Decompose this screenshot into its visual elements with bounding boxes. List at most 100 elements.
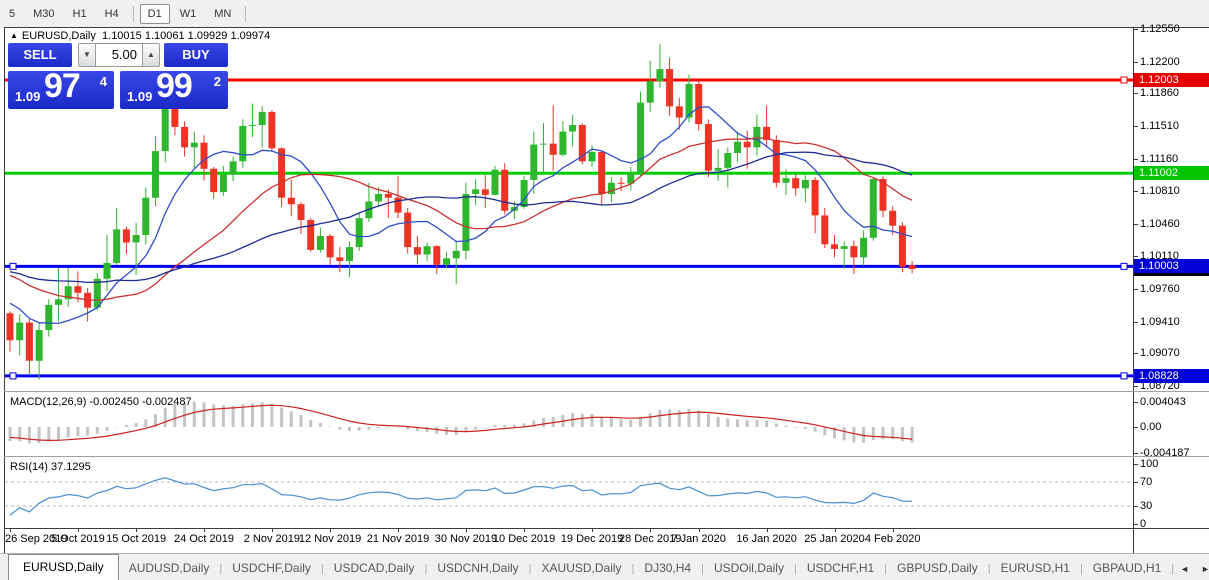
timeframe-button-H4[interactable]: H4: [97, 4, 127, 24]
sell-price-digits: 97: [44, 67, 80, 106]
hline-handle[interactable]: [1121, 77, 1127, 83]
candle-body: [191, 143, 198, 148]
timeframe-button-MN[interactable]: MN: [206, 4, 239, 24]
buy-price-digits: 99: [156, 67, 192, 106]
candle-body: [666, 69, 673, 106]
price-tick-mark: [1133, 386, 1138, 387]
candle-body: [647, 81, 654, 102]
tab-AUDUSD-Daily[interactable]: AUDUSD,Daily: [119, 557, 220, 580]
tab-USDCAD-Daily[interactable]: USDCAD,Daily: [324, 557, 425, 580]
hline-handle[interactable]: [10, 263, 16, 269]
macd-splitter[interactable]: [4, 391, 1209, 392]
date-tick-mark: [893, 528, 894, 532]
tab-USDCNH-Daily[interactable]: USDCNH,Daily: [427, 557, 528, 580]
hline-handle[interactable]: [1121, 263, 1127, 269]
date-tick-mark: [699, 528, 700, 532]
sell-price-prefix: 1.09: [15, 89, 40, 104]
date-label: 2 Nov 2019: [244, 533, 300, 545]
candle-body: [724, 153, 731, 168]
one-click-trading-panel: SELL ▼ 5.00 ▲ BUY 1.09 97 4 1.09 99 2: [8, 41, 228, 107]
tab-EURUSD-H1[interactable]: EURUSD,H1: [991, 557, 1080, 580]
price-tick-label: 1.09410: [1140, 316, 1180, 328]
candle-body: [812, 180, 819, 215]
macd-tick-label: 0.00: [1140, 421, 1161, 433]
price-tick-label: 1.11510: [1140, 120, 1179, 132]
price-tick-label: 1.09070: [1140, 347, 1180, 359]
chart-area[interactable]: ▲EURUSD,Daily 1.10015 1.10061 1.09929 1.…: [0, 28, 1209, 553]
tab-scroll-left-icon[interactable]: ◄: [1174, 564, 1195, 580]
candle-body: [715, 168, 722, 171]
rsi-indicator-chart[interactable]: [5, 457, 1133, 528]
date-tick-mark: [767, 528, 768, 532]
date-label: 7 Jan 2020: [671, 533, 725, 545]
tab-GBPUSD-Daily[interactable]: GBPUSD,Daily: [887, 557, 988, 580]
buy-button[interactable]: BUY: [164, 43, 228, 67]
timeframe-button-D1[interactable]: D1: [140, 4, 170, 24]
date-tick-mark: [398, 528, 399, 532]
date-tick-mark: [524, 528, 525, 532]
candle-body: [278, 148, 285, 197]
sell-price-quote[interactable]: 1.09 97 4: [8, 71, 114, 109]
macd-tick-mark: [1133, 402, 1138, 403]
hline-handle[interactable]: [1121, 373, 1127, 379]
macd-tick-label: 0.004043: [1140, 396, 1186, 408]
price-level-badge-1.10003: 1.10003: [1134, 259, 1209, 273]
candle-body: [414, 247, 421, 254]
price-tick-mark: [1133, 224, 1138, 225]
date-label: 24 Oct 2019: [174, 533, 234, 545]
candle-body: [268, 112, 275, 148]
date-tick-mark: [592, 528, 593, 532]
candle-body: [210, 169, 217, 192]
candle-body: [676, 106, 683, 117]
hline-handle[interactable]: [10, 373, 16, 379]
candle-body: [656, 69, 663, 81]
volume-input[interactable]: 5.00: [96, 43, 142, 67]
candle-body: [889, 211, 896, 226]
rsi-line: [10, 478, 912, 515]
sell-button[interactable]: SELL: [8, 43, 72, 67]
candle-body: [792, 178, 799, 188]
candle-body: [540, 144, 547, 145]
volume-decrease-button[interactable]: ▼: [78, 43, 96, 67]
timeframe-button-M30[interactable]: M30: [25, 4, 62, 24]
timeframe-button-W1[interactable]: W1: [172, 4, 205, 24]
candle-body: [385, 194, 392, 198]
price-tick-label: 1.09760: [1140, 283, 1180, 295]
date-label: 21 Nov 2019: [367, 533, 429, 545]
tab-USDCHF-Daily[interactable]: USDCHF,Daily: [222, 557, 321, 580]
date-label: 16 Jan 2020: [736, 533, 797, 545]
buy-price-prefix: 1.09: [127, 89, 152, 104]
rsi-tick-mark: [1133, 524, 1138, 525]
chevron-up-icon: ▲: [147, 50, 155, 59]
tab-EURUSD-Daily[interactable]: EURUSD,Daily: [8, 554, 119, 580]
macd-label: MACD(12,26,9) -0.002450 -0.002487: [10, 396, 192, 408]
tab-XAUUSD-Daily[interactable]: XAUUSD,Daily: [532, 557, 632, 580]
candle-body: [637, 103, 644, 174]
candle-body: [307, 220, 314, 250]
candle-body: [850, 246, 857, 257]
collapse-arrow-icon[interactable]: ▲: [10, 31, 18, 40]
timeframe-button-5[interactable]: 5: [1, 4, 23, 24]
candle-body: [559, 132, 566, 155]
date-tick-mark: [330, 528, 331, 532]
timeframe-button-H1[interactable]: H1: [65, 4, 95, 24]
candle-body: [104, 263, 111, 279]
buy-price-quote[interactable]: 1.09 99 2: [120, 71, 228, 109]
candle-body: [899, 226, 906, 267]
volume-increase-button[interactable]: ▲: [142, 43, 160, 67]
price-axis-separator: [1133, 28, 1134, 553]
price-tick-label: 1.10810: [1140, 185, 1180, 197]
tab-USDCHF-H1[interactable]: USDCHF,H1: [797, 557, 884, 580]
rsi-splitter[interactable]: [4, 456, 1209, 457]
rsi-tick-label: 100: [1140, 458, 1158, 470]
candle-body: [26, 323, 33, 361]
date-tick-mark: [78, 528, 79, 532]
timeframe-toolbar: 5M30H1H4 D1W1MN: [0, 0, 1209, 27]
price-tick-mark: [1133, 256, 1138, 257]
tab-scroll-right-icon[interactable]: ►: [1195, 564, 1209, 580]
tab-USDOil-Daily[interactable]: USDOil,Daily: [704, 557, 794, 580]
tab-DJ30-H4[interactable]: DJ30,H4: [634, 557, 701, 580]
tab-GBPAUD-H1[interactable]: GBPAUD,H1: [1083, 557, 1171, 580]
price-tick-mark: [1133, 322, 1138, 323]
candle-body: [773, 140, 780, 183]
